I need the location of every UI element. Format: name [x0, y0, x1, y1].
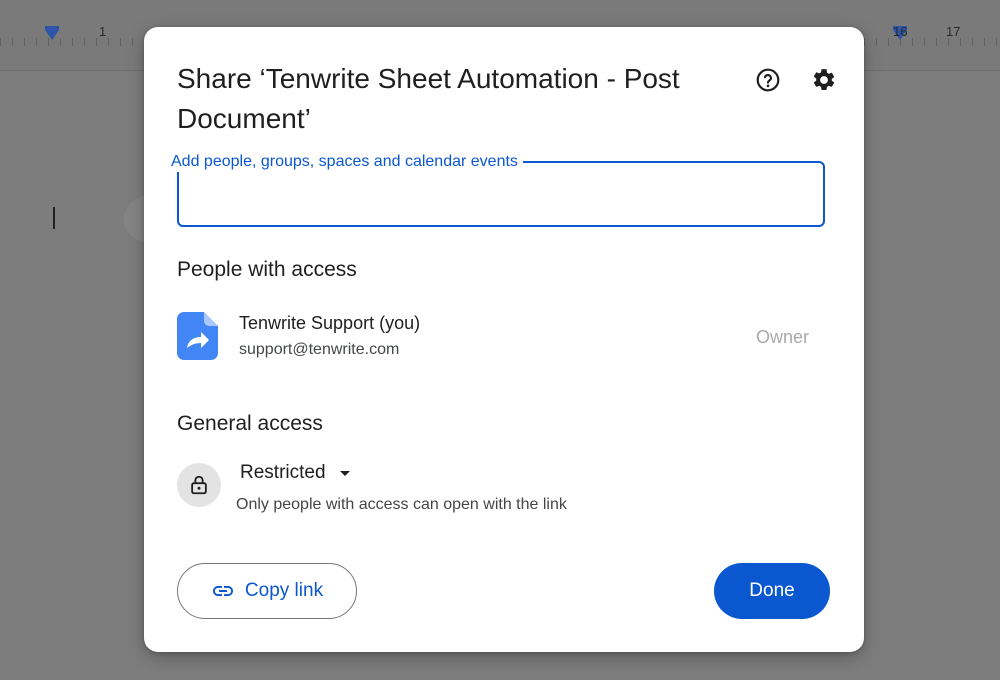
gear-icon — [813, 69, 835, 90]
general-access-value: Restricted — [240, 462, 326, 483]
general-access-description: Only people with access can open with th… — [236, 496, 567, 513]
person-row: Tenwrite Support (you) support@tenwrite.… — [177, 309, 827, 365]
general-access-icon-badge — [177, 463, 221, 507]
person-email: support@tenwrite.com — [239, 341, 400, 358]
general-access-select[interactable]: Restricted — [234, 457, 356, 489]
help-circle-icon — [756, 68, 780, 92]
settings-button[interactable] — [804, 60, 844, 100]
done-button[interactable]: Done — [714, 563, 830, 619]
shared-file-icon — [177, 312, 218, 360]
copy-link-label: Copy link — [244, 580, 324, 601]
person-name: Tenwrite Support (you) — [239, 313, 421, 333]
share-dialog: Share ‘Tenwrite Sheet Automation - Post … — [144, 27, 864, 652]
help-button[interactable] — [748, 60, 788, 100]
lock-icon — [191, 475, 207, 495]
ruler-label-1: 1 — [99, 24, 107, 39]
ruler-left-indent-marker[interactable] — [45, 26, 59, 40]
add-people-input[interactable] — [193, 177, 807, 213]
general-access-heading: General access — [177, 412, 323, 435]
document-text-cursor — [53, 207, 55, 229]
people-with-access-heading: People with access — [177, 258, 357, 281]
dialog-title: Share ‘Tenwrite Sheet Automation - Post … — [177, 63, 680, 134]
chevron-down-icon — [339, 470, 350, 476]
person-role: Owner — [755, 327, 809, 347]
copy-link-button[interactable]: Copy link — [177, 563, 357, 619]
add-people-label: Add people, groups, spaces and calendar … — [166, 152, 523, 172]
link-icon — [212, 586, 233, 596]
ruler-label-17: 17 — [946, 24, 961, 39]
ruler-label-16: 16 — [893, 24, 908, 39]
